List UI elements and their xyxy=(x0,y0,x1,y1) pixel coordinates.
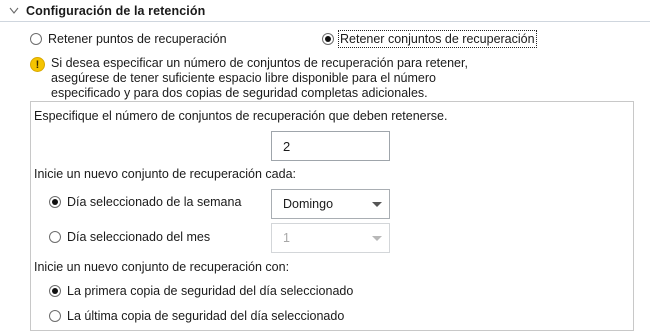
sets-count-value: 2 xyxy=(283,138,291,154)
new-set-every-label: Inicie un nuevo conjunto de recuperación… xyxy=(34,167,296,181)
radio-circle-unselected-icon[interactable] xyxy=(49,231,61,243)
monthday-select[interactable]: 1 xyxy=(271,223,390,253)
section-header[interactable]: Configuración de la retención xyxy=(0,0,650,22)
radio-monthday-label: Día seleccionado del mes xyxy=(67,230,211,244)
warning-icon: ! xyxy=(30,57,45,72)
monthday-select-value: 1 xyxy=(283,231,290,245)
info-text: Si desea especificar un número de conjun… xyxy=(51,56,468,100)
weekday-select-value: Domingo xyxy=(283,197,334,211)
radio-monthday[interactable]: Día seleccionado del mes xyxy=(49,230,210,244)
info-message: ! Si desea especificar un número de conj… xyxy=(30,56,640,101)
radio-circle-selected-icon[interactable] xyxy=(49,196,61,208)
collapse-chevron-icon[interactable] xyxy=(8,5,20,17)
sets-count-input[interactable]: 2 xyxy=(271,131,390,161)
radio-last-backup-label: La última copia de seguridad del día sel… xyxy=(67,309,345,323)
radio-circle-selected-icon[interactable] xyxy=(49,285,61,297)
weekday-select[interactable]: Domingo xyxy=(271,189,390,219)
radio-first-backup-label: La primera copia de seguridad del día se… xyxy=(67,284,354,298)
sets-count-label: Especifique el número de conjuntos de re… xyxy=(34,109,448,123)
dropdown-arrow-icon[interactable] xyxy=(372,236,382,241)
radio-retain-sets[interactable]: Retener conjuntos de recuperación xyxy=(322,30,537,48)
radio-circle-unselected-icon[interactable] xyxy=(49,310,61,322)
radio-retain-points[interactable]: Retener puntos de recuperación xyxy=(30,32,227,46)
radio-first-backup[interactable]: La primera copia de seguridad del día se… xyxy=(49,284,353,298)
new-set-with-label: Inicie un nuevo conjunto de recuperación… xyxy=(34,260,290,274)
dropdown-arrow-icon[interactable] xyxy=(372,202,382,207)
radio-weekday[interactable]: Día seleccionado de la semana xyxy=(49,195,241,209)
radio-weekday-label: Día seleccionado de la semana xyxy=(67,195,242,209)
radio-circle-selected-icon[interactable] xyxy=(322,33,334,45)
radio-last-backup[interactable]: La última copia de seguridad del día sel… xyxy=(49,309,344,323)
radio-retain-sets-label: Retener conjuntos de recuperación xyxy=(338,30,537,48)
radio-circle-unselected-icon[interactable] xyxy=(30,33,42,45)
section-title: Configuración de la retención xyxy=(26,3,206,18)
radio-retain-points-label: Retener puntos de recuperación xyxy=(48,32,227,46)
retention-settings-panel: Configuración de la retención Retener pu… xyxy=(0,0,650,335)
